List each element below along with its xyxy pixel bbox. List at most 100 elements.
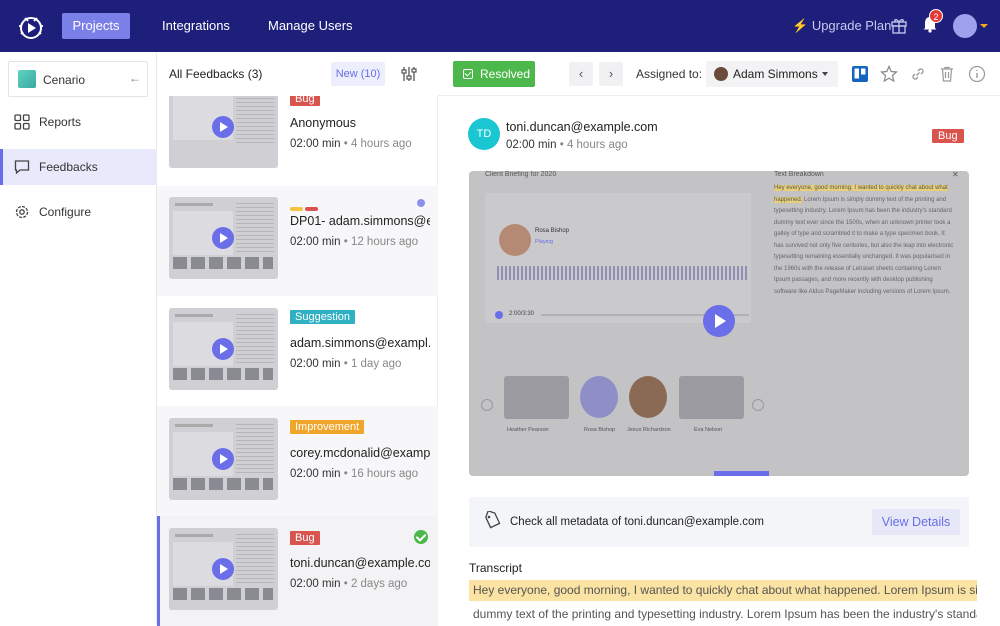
chevron-right-icon (752, 399, 764, 411)
link-icon[interactable] (909, 65, 927, 83)
participant-tile (580, 376, 618, 418)
metadata-text: Check all metadata of toni.duncan@exampl… (510, 516, 764, 528)
feedback-email: corey.mcdonalid@examp... (290, 446, 430, 460)
next-button[interactable]: › (599, 62, 623, 86)
assignee-name: Adam Simmons (733, 67, 818, 81)
sidebar-item-feedbacks[interactable]: Feedbacks (0, 149, 156, 185)
sidebar: Cenario ← Reports Feedbacks Configure (0, 52, 157, 625)
close-icon: ✕ (952, 171, 959, 179)
assignee-avatar (714, 67, 728, 81)
chevron-left-icon (481, 399, 493, 411)
notification-count-badge: 2 (929, 9, 943, 23)
tag-badge: Bug (932, 129, 964, 143)
transcript-line: dummy text of the printing and typesetti… (473, 607, 977, 621)
video-thumbnail[interactable] (169, 197, 278, 279)
sidebar-item-configure[interactable]: Configure (0, 194, 156, 230)
mini-play-icon (495, 311, 503, 319)
tag-badge: Improvement (290, 420, 365, 434)
feedback-card[interactable]: DP01- adam.simmons@e... 02:00 min • 12 h… (157, 186, 438, 296)
chevron-right-icon: › (608, 66, 614, 81)
play-icon[interactable] (212, 338, 234, 360)
feedback-list-title: All Feedbacks (3) (169, 67, 263, 81)
play-icon[interactable] (212, 116, 234, 138)
video-player[interactable]: Client Briefing for 2020 Text Breakdown … (469, 171, 969, 476)
chevron-down-icon[interactable] (980, 24, 988, 28)
play-icon[interactable] (703, 305, 735, 337)
checkbox-icon (463, 69, 473, 79)
feedback-card[interactable]: Improvement corey.mcdonalid@examp... 02:… (157, 406, 438, 516)
sender-duration: 02:00 min • 4 hours ago (506, 139, 628, 151)
video-thumbnail[interactable] (169, 528, 278, 610)
speaker-avatar (499, 224, 531, 256)
nav-manage-users[interactable]: Manage Users (256, 13, 365, 39)
tag-badge: Suggestion (290, 310, 356, 324)
feedback-email: DP01- adam.simmons@e... (290, 214, 430, 228)
feedback-card[interactable]: Bug Anonymous 02:00 min • 4 hours ago (157, 88, 438, 196)
breakdown-text: Hey everyone, good morning. I wanted to … (774, 185, 954, 295)
nav-integrations[interactable]: Integrations (150, 13, 242, 39)
top-navbar: Projects Integrations Manage Users ⚡ Upg… (0, 0, 1000, 52)
participant-tile (679, 376, 744, 419)
assignee-select[interactable]: Adam Simmons (706, 61, 838, 87)
priority-dots (290, 198, 320, 211)
resolved-button[interactable]: Resolved (453, 61, 535, 87)
video-thumbnail[interactable] (169, 418, 278, 500)
filter-sliders-icon[interactable] (397, 62, 421, 86)
previous-button[interactable]: ‹ (569, 62, 593, 86)
arrow-left-icon[interactable]: ← (129, 71, 141, 85)
video-progress-indicator (714, 471, 769, 476)
tag-badge: Bug (290, 531, 320, 545)
tag-icon (485, 511, 501, 529)
feedback-duration: 02:00 min • 1 day ago (290, 358, 402, 370)
playback-time: 2:00/3:30 (509, 311, 535, 317)
feedback-list-header: All Feedbacks (3) New (10) (157, 52, 438, 96)
upgrade-plan-link[interactable]: ⚡ Upgrade Plan (792, 18, 891, 34)
view-details-button[interactable]: View Details (872, 509, 960, 535)
detail-toolbar: Resolved ‹ › Assigned to: Adam Simmons (438, 52, 1000, 96)
video-recording-title: Client Briefing for 2020 (485, 171, 557, 178)
participant-name: Heather Pearson (507, 427, 549, 433)
star-icon[interactable] (880, 65, 898, 83)
grid-icon (14, 114, 30, 130)
user-avatar[interactable] (953, 14, 977, 38)
play-icon[interactable] (212, 558, 234, 580)
text-breakdown-title: Text Breakdown (774, 171, 824, 178)
gift-icon[interactable] (890, 16, 908, 34)
trello-icon[interactable] (851, 65, 869, 83)
assigned-label: Assigned to: (636, 67, 703, 81)
sidebar-item-label: Reports (39, 115, 82, 129)
feedback-duration: 02:00 min • 4 hours ago (290, 138, 412, 150)
trash-icon[interactable] (938, 65, 956, 83)
new-feedbacks-button[interactable]: New (10) (331, 62, 385, 86)
gear-icon (15, 205, 29, 219)
video-thumbnail[interactable] (169, 308, 278, 390)
info-icon[interactable] (968, 65, 986, 83)
play-icon[interactable] (212, 448, 234, 470)
speaker-status: Playing (535, 239, 554, 245)
lightning-icon: ⚡ (792, 18, 809, 33)
sidebar-item-label: Feedbacks (39, 160, 98, 174)
feedback-email: Anonymous (290, 116, 357, 130)
chevron-down-icon (822, 72, 828, 76)
message-icon (14, 160, 30, 175)
feedback-duration: 02:00 min • 12 hours ago (290, 236, 419, 248)
unread-dot (417, 199, 425, 207)
play-icon[interactable] (212, 227, 234, 249)
speaker-name: Rosa Bishop (535, 228, 570, 234)
feedback-list: All Feedbacks (3) New (10) Bug Anonymous… (157, 52, 438, 626)
feedback-card[interactable]: Suggestion adam.simmons@exampl... 02:00 … (157, 296, 438, 406)
feedback-card-selected[interactable]: Bug toni.duncan@example.co... 02:00 min … (157, 516, 438, 626)
participant-name: Jesus Richardson (627, 427, 671, 433)
feedback-duration: 02:00 min • 16 hours ago (290, 468, 419, 480)
metadata-panel: Check all metadata of toni.duncan@exampl… (469, 497, 969, 547)
sender-email: toni.duncan@example.com (506, 120, 658, 134)
video-thumbnail[interactable] (169, 88, 278, 168)
sidebar-item-reports[interactable]: Reports (0, 104, 156, 140)
project-switcher[interactable]: Cenario ← (8, 61, 148, 97)
bug-logo-icon[interactable] (16, 11, 46, 41)
sidebar-item-label: Configure (39, 205, 92, 219)
nav-projects[interactable]: Projects (62, 13, 130, 39)
resolved-check-icon (414, 530, 428, 544)
transcript-title: Transcript (469, 561, 522, 575)
transcript-line-highlighted: Hey everyone, good morning, I wanted to … (469, 580, 977, 601)
